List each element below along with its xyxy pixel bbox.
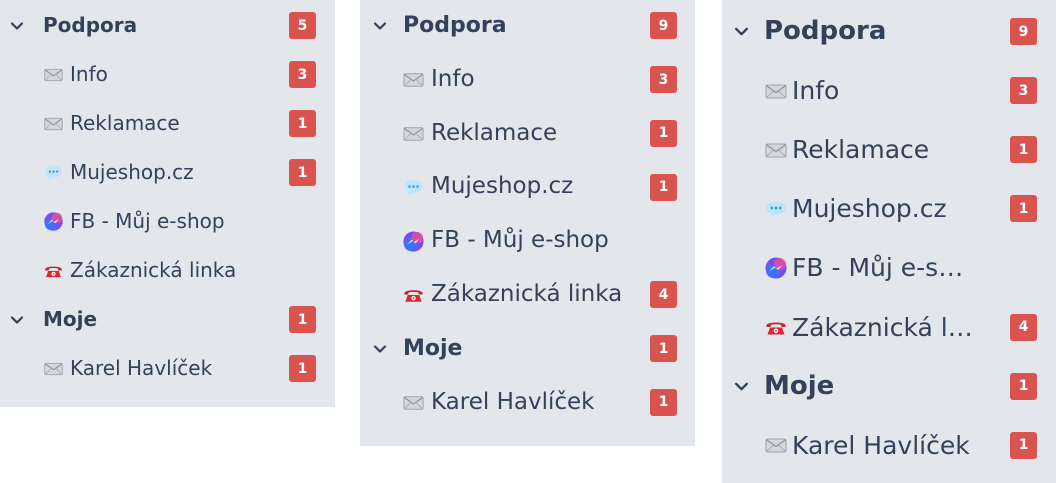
folder-item-label: Info <box>792 76 840 106</box>
folder-item[interactable]: FB - Můj e-shop <box>360 214 695 268</box>
folder-item-label: Info <box>70 62 108 86</box>
telephone-icon <box>402 283 425 306</box>
folder-group-podpora[interactable]: Podpora 9 <box>722 2 1056 61</box>
unread-count-badge: 1 <box>650 119 677 147</box>
chevron-down-icon[interactable] <box>734 379 749 394</box>
folder-item-label: Info <box>431 65 475 92</box>
folder-item-label: Mujeshop.cz <box>792 194 947 224</box>
envelope-icon <box>764 138 788 162</box>
unread-count-badge: 3 <box>1010 77 1037 105</box>
folder-item[interactable]: Reklamace 1 <box>0 99 335 148</box>
chat-bubble-icon <box>43 162 64 183</box>
unread-count-badge: 1 <box>1010 195 1037 223</box>
folder-item[interactable]: FB - Můj e-shop <box>722 238 1056 297</box>
unread-count-badge: 1 <box>289 355 316 382</box>
envelope-icon <box>402 68 425 91</box>
envelope-icon <box>764 433 788 457</box>
telephone-icon <box>764 315 788 339</box>
unread-count-badge: 9 <box>650 12 677 40</box>
folder-group-podpora[interactable]: Podpora 5 <box>0 1 335 50</box>
unread-count-badge: 3 <box>650 66 677 94</box>
folder-group-label: Moje <box>403 335 463 361</box>
unread-count-badge: 3 <box>289 61 316 88</box>
telephone-icon <box>43 260 64 281</box>
unread-count-badge: 1 <box>650 335 677 363</box>
envelope-icon <box>43 358 64 379</box>
messenger-icon <box>402 230 425 253</box>
unread-count-badge: 1 <box>1010 136 1037 164</box>
unread-count-badge: 1 <box>289 159 316 186</box>
folder-item[interactable]: Karel Havlíček 1 <box>722 416 1056 475</box>
folder-item[interactable]: Zákaznická linka 4 <box>722 298 1056 357</box>
folder-item-label: Zákaznická linka <box>431 281 623 307</box>
folder-item-label: FB - Můj e-shop <box>70 209 225 233</box>
folder-group-moje[interactable]: Moje 1 <box>722 357 1056 416</box>
folder-item-label: FB - Můj e-shop <box>431 227 609 254</box>
folder-item[interactable]: Mujeshop.cz 1 <box>722 179 1056 238</box>
folder-item-label: Karel Havlíček <box>431 388 595 415</box>
chat-bubble-icon <box>402 176 425 199</box>
unread-count-badge: 4 <box>650 281 677 309</box>
unread-count-badge: 4 <box>1010 313 1037 341</box>
envelope-icon <box>43 113 64 134</box>
unread-count-badge: 1 <box>650 173 677 201</box>
folder-item-label: Karel Havlíček <box>792 430 970 460</box>
folder-group-label: Moje <box>764 370 835 401</box>
folder-item[interactable]: Reklamace 1 <box>360 107 695 161</box>
unread-count-badge: 1 <box>1010 372 1037 400</box>
folder-item[interactable]: Reklamace 1 <box>722 120 1056 179</box>
mailbox-panel-medium: Podpora 9 Info 3 Reklamace 1 Mujeshop.cz 1 F… <box>360 0 695 446</box>
folder-group-podpora[interactable]: Podpora 9 <box>360 0 695 53</box>
chevron-down-icon[interactable] <box>10 313 24 327</box>
unread-count-badge: 1 <box>650 388 677 416</box>
folder-item[interactable]: Karel Havlíček 1 <box>360 376 695 430</box>
folder-item-label: Mujeshop.cz <box>70 160 194 184</box>
unread-count-badge: 1 <box>1010 431 1037 459</box>
folder-group-label: Moje <box>43 307 98 331</box>
mailbox-panel-large: Podpora 9 Info 3 Reklamace 1 Mujeshop.cz 1 F… <box>722 0 1056 483</box>
folder-item[interactable]: Mujeshop.cz 1 <box>360 160 695 214</box>
folder-group-moje[interactable]: Moje 1 <box>0 295 335 344</box>
unread-count-badge: 1 <box>289 306 316 333</box>
chat-bubble-icon <box>764 197 788 221</box>
folder-item-label: Reklamace <box>70 111 180 135</box>
messenger-icon <box>764 256 788 280</box>
chevron-down-icon[interactable] <box>373 342 387 356</box>
folder-item-label: Mujeshop.cz <box>431 173 574 200</box>
envelope-icon <box>43 64 64 85</box>
folder-item[interactable]: Info 3 <box>360 53 695 107</box>
folder-group-label: Podpora <box>764 16 887 46</box>
folder-item-label: Reklamace <box>431 119 558 146</box>
folder-item[interactable]: Info 3 <box>0 50 335 99</box>
folder-item[interactable]: Mujeshop.cz 1 <box>0 148 335 197</box>
envelope-icon <box>402 391 425 414</box>
folder-group-moje[interactable]: Moje 1 <box>360 322 695 376</box>
folder-group-label: Podpora <box>43 13 138 37</box>
envelope-icon <box>764 79 788 103</box>
folder-item-label: Zákaznická linka <box>70 258 237 282</box>
chevron-down-icon[interactable] <box>734 24 749 39</box>
folder-item[interactable]: Info 3 <box>722 61 1056 120</box>
folder-item[interactable]: Zákaznická linka 4 <box>360 268 695 322</box>
messenger-icon <box>43 211 64 232</box>
unread-count-badge: 5 <box>289 12 316 39</box>
folder-item-label: Karel Havlíček <box>70 356 213 380</box>
folder-group-label: Podpora <box>403 13 507 38</box>
unread-count-badge: 1 <box>289 110 316 137</box>
unread-count-badge: 9 <box>1010 18 1037 46</box>
chevron-down-icon[interactable] <box>373 19 387 33</box>
mailbox-panel-small: Podpora 5 Info 3 Reklamace 1 Mujeshop.cz 1 F… <box>0 0 335 407</box>
chevron-down-icon[interactable] <box>10 19 24 33</box>
folder-item-label: Zákaznická linka <box>792 312 974 342</box>
folder-item[interactable]: Karel Havlíček 1 <box>0 344 335 393</box>
folder-item[interactable]: FB - Můj e-shop <box>0 197 335 246</box>
folder-item-label: Reklamace <box>792 135 930 165</box>
envelope-icon <box>402 122 425 145</box>
folder-item-label: FB - Můj e-shop <box>792 253 974 283</box>
folder-item[interactable]: Zákaznická linka <box>0 246 335 295</box>
